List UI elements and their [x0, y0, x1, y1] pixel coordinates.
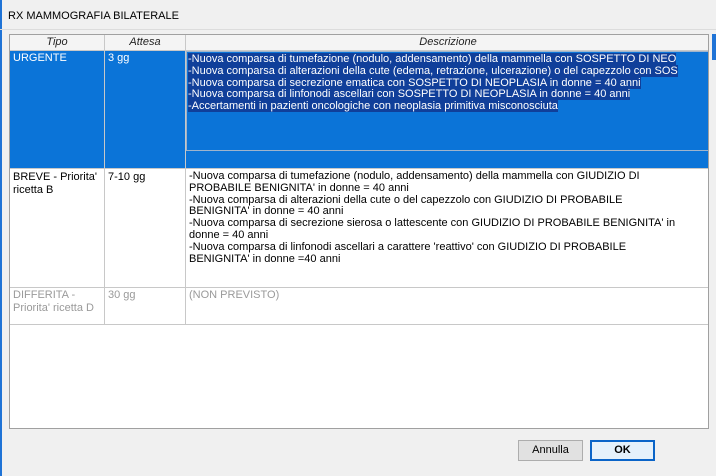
ok-button[interactable]: OK [590, 440, 655, 461]
window-left-border [0, 0, 2, 476]
header-tipo[interactable]: Tipo [10, 35, 105, 51]
description-line: -Nuova comparsa di tumefazione (nodulo, … [188, 53, 677, 65]
title-divider [0, 29, 716, 30]
tipo-label: BREVE - Priorita' [13, 171, 98, 183]
cell-tipo: DIFFERITA - Priorita' ricetta D [10, 288, 105, 324]
cell-attesa: 7-10 gg [105, 170, 186, 287]
tipo-label: ricetta B [13, 184, 54, 196]
tipo-label: DIFFERITA - [13, 289, 76, 301]
description-line: (NON PREVISTO) [189, 289, 280, 301]
attesa-label: 3 gg [108, 52, 130, 64]
description-line: -Nuova comparsa di secrezione ematica co… [188, 76, 641, 89]
table-row-breve[interactable]: BREVE - Priorita' ricetta B 7-10 gg -Nuo… [10, 170, 708, 287]
cell-descrizione: (NON PREVISTO) [186, 288, 708, 324]
description-line: -Nuova comparsa di linfonodi ascellari c… [188, 88, 631, 101]
tipo-label: URGENTE [13, 52, 67, 64]
cancel-button[interactable]: Annulla [518, 440, 583, 461]
column-divider [185, 51, 186, 324]
cell-attesa: 3 gg [105, 51, 186, 168]
description-line: -Nuova comparsa di alterazioni della cut… [188, 64, 678, 77]
tipo-label: Priorita' ricetta D [13, 302, 94, 314]
row-divider [10, 168, 708, 169]
description-line: donne = 40 anni [189, 228, 269, 241]
row-divider [10, 324, 708, 325]
description-line: -Accertamenti in pazienti oncologiche co… [188, 100, 558, 113]
attesa-label: 7-10 gg [108, 171, 146, 183]
scrollbar-thumb[interactable] [712, 34, 716, 60]
description-line: BENIGNITA' in donne =40 anni [189, 252, 341, 265]
dialog-title: RX MAMMOGRAFIA BILATERALE [8, 10, 179, 22]
cell-tipo: URGENTE [10, 51, 105, 168]
cell-attesa: 30 gg [105, 288, 186, 324]
description-line: PROBABILE BENIGNITA' in donne = 40 anni [189, 181, 409, 194]
cell-descrizione: -Nuova comparsa di tumefazione (nodulo, … [186, 170, 708, 287]
description-editor[interactable]: -Nuova comparsa di tumefazione (nodulo, … [186, 51, 708, 151]
header-descrizione[interactable]: Descrizione [186, 35, 708, 51]
priority-table: Tipo Attesa Descrizione URGENTE 3 gg -Nu… [9, 34, 709, 429]
attesa-label: 30 gg [108, 289, 136, 301]
table-row-urgente[interactable]: URGENTE 3 gg -Nuova comparsa di tumefazi… [10, 51, 708, 168]
description-line: -Nuova comparsa di linfonodi ascellari a… [189, 240, 627, 253]
cell-tipo: BREVE - Priorita' ricetta B [10, 170, 105, 287]
row-divider [10, 287, 708, 288]
dialog-window: RX MAMMOGRAFIA BILATERALE Tipo Attesa De… [0, 0, 716, 476]
table-row-differita[interactable]: DIFFERITA - Priorita' ricetta D 30 gg (N… [10, 288, 708, 324]
column-divider [104, 51, 105, 324]
header-attesa[interactable]: Attesa [105, 35, 186, 51]
